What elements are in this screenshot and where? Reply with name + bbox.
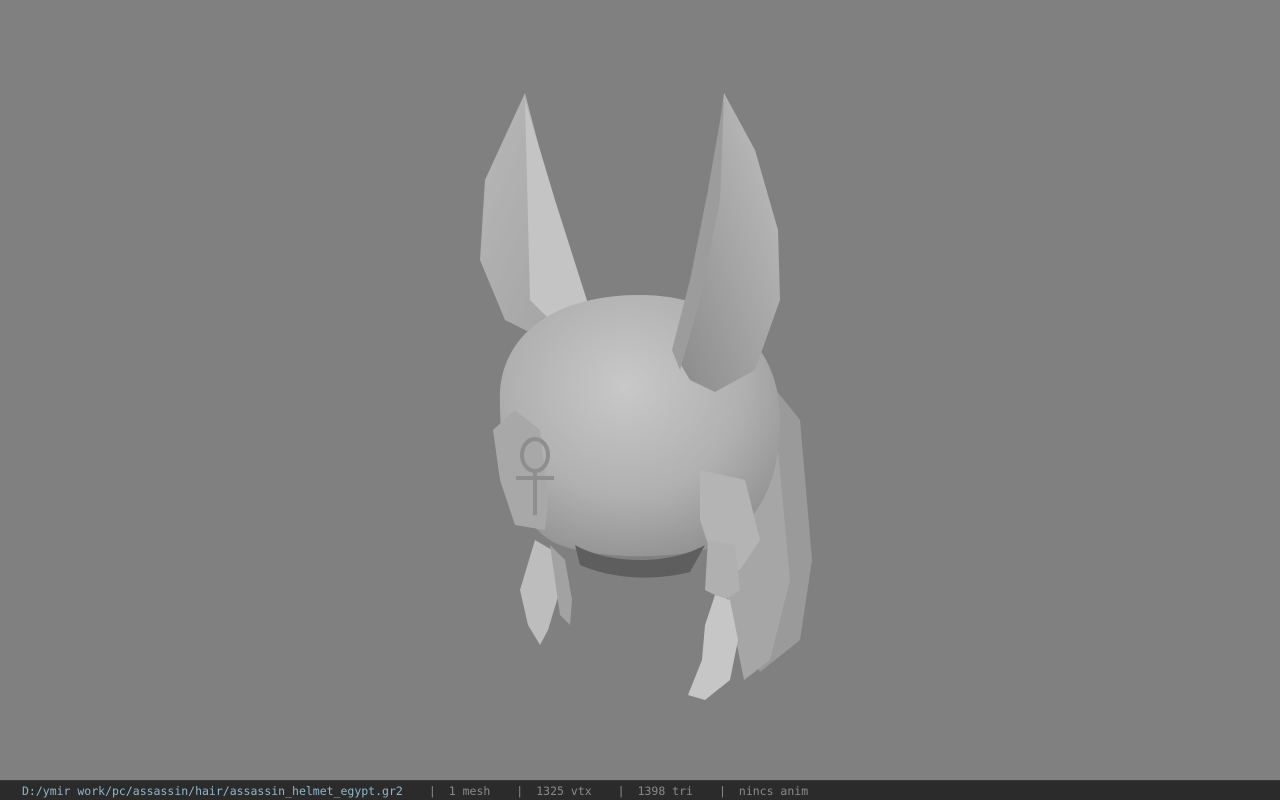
status-bar: D:/ymir work/pc/assassin/hair/assassin_h… xyxy=(0,780,1280,800)
3d-viewport[interactable] xyxy=(0,0,1280,780)
animation-status: nincs anim xyxy=(738,783,809,798)
ear-right xyxy=(675,93,780,392)
triangle-count: 1398 tri xyxy=(637,783,693,798)
vertex-count: 1325 vtx xyxy=(536,783,592,798)
separator: | xyxy=(617,783,625,798)
ear-left-inner xyxy=(525,100,590,330)
ornament-right xyxy=(705,540,740,600)
mesh-count: 1 mesh xyxy=(448,783,491,798)
helmet-model xyxy=(480,93,812,700)
separator: | xyxy=(516,783,524,798)
separator: | xyxy=(718,783,726,798)
separator: | xyxy=(428,783,436,798)
ornament-right-drop xyxy=(688,595,738,700)
file-path: D:/ymir work/pc/assassin/hair/assassin_h… xyxy=(22,783,403,798)
